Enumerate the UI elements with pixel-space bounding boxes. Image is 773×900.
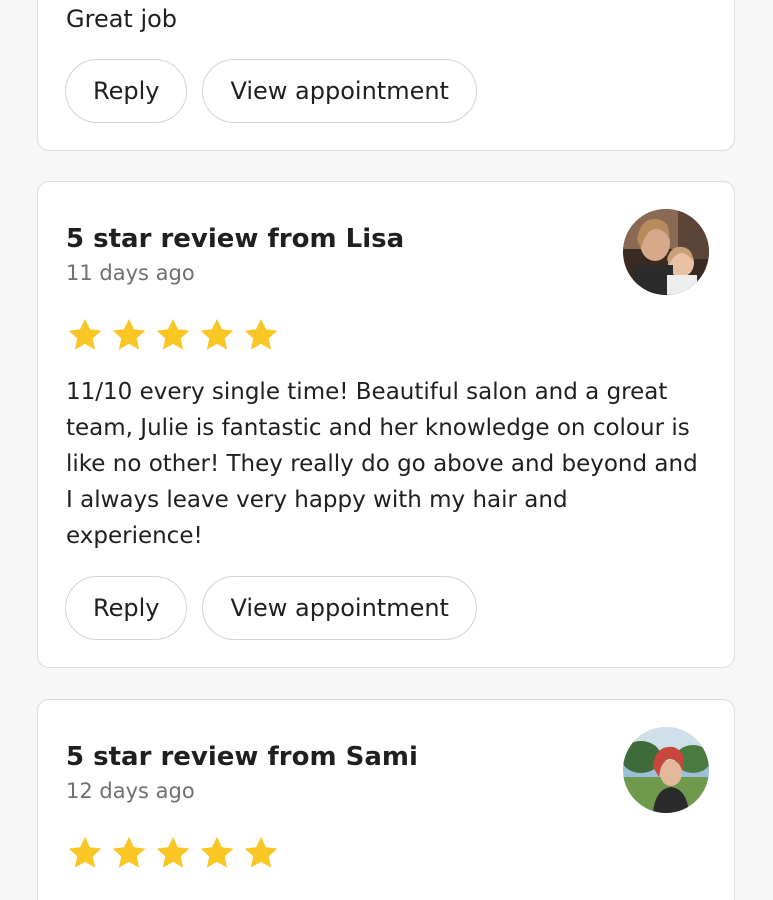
review-title: 5 star review from Sami bbox=[66, 742, 418, 772]
star-icon bbox=[200, 318, 234, 350]
reviews-feed: Great job Reply View appointment 5 star … bbox=[0, 0, 773, 900]
view-appointment-button[interactable]: View appointment bbox=[202, 576, 477, 640]
review-actions: Reply View appointment bbox=[65, 59, 477, 123]
reply-button[interactable]: Reply bbox=[65, 59, 188, 123]
star-icon bbox=[244, 318, 278, 350]
reply-button[interactable]: Reply bbox=[65, 576, 188, 640]
star-rating bbox=[66, 834, 280, 872]
star-icon bbox=[112, 836, 146, 868]
star-icon bbox=[156, 318, 190, 350]
star-icon bbox=[244, 836, 278, 868]
star-icon bbox=[68, 836, 102, 868]
star-icon bbox=[68, 318, 102, 350]
star-icon bbox=[112, 318, 146, 350]
review-time: 12 days ago bbox=[66, 779, 195, 803]
review-title: 5 star review from Lisa bbox=[66, 224, 405, 254]
review-card: 5 star review from Lisa 11 days ago 11/1… bbox=[37, 181, 735, 668]
review-card: Great job Reply View appointment bbox=[37, 0, 735, 151]
avatar bbox=[623, 727, 709, 813]
review-text: Great job bbox=[66, 5, 178, 33]
star-rating bbox=[66, 316, 280, 354]
review-time: 11 days ago bbox=[66, 261, 195, 285]
review-actions: Reply View appointment bbox=[65, 576, 477, 640]
review-card: 5 star review from Sami 12 days ago bbox=[37, 699, 735, 900]
view-appointment-button[interactable]: View appointment bbox=[202, 59, 477, 123]
star-icon bbox=[156, 836, 190, 868]
review-text: 11/10 every single time! Beautiful salon… bbox=[66, 379, 698, 549]
avatar bbox=[623, 209, 709, 295]
star-icon bbox=[200, 836, 234, 868]
